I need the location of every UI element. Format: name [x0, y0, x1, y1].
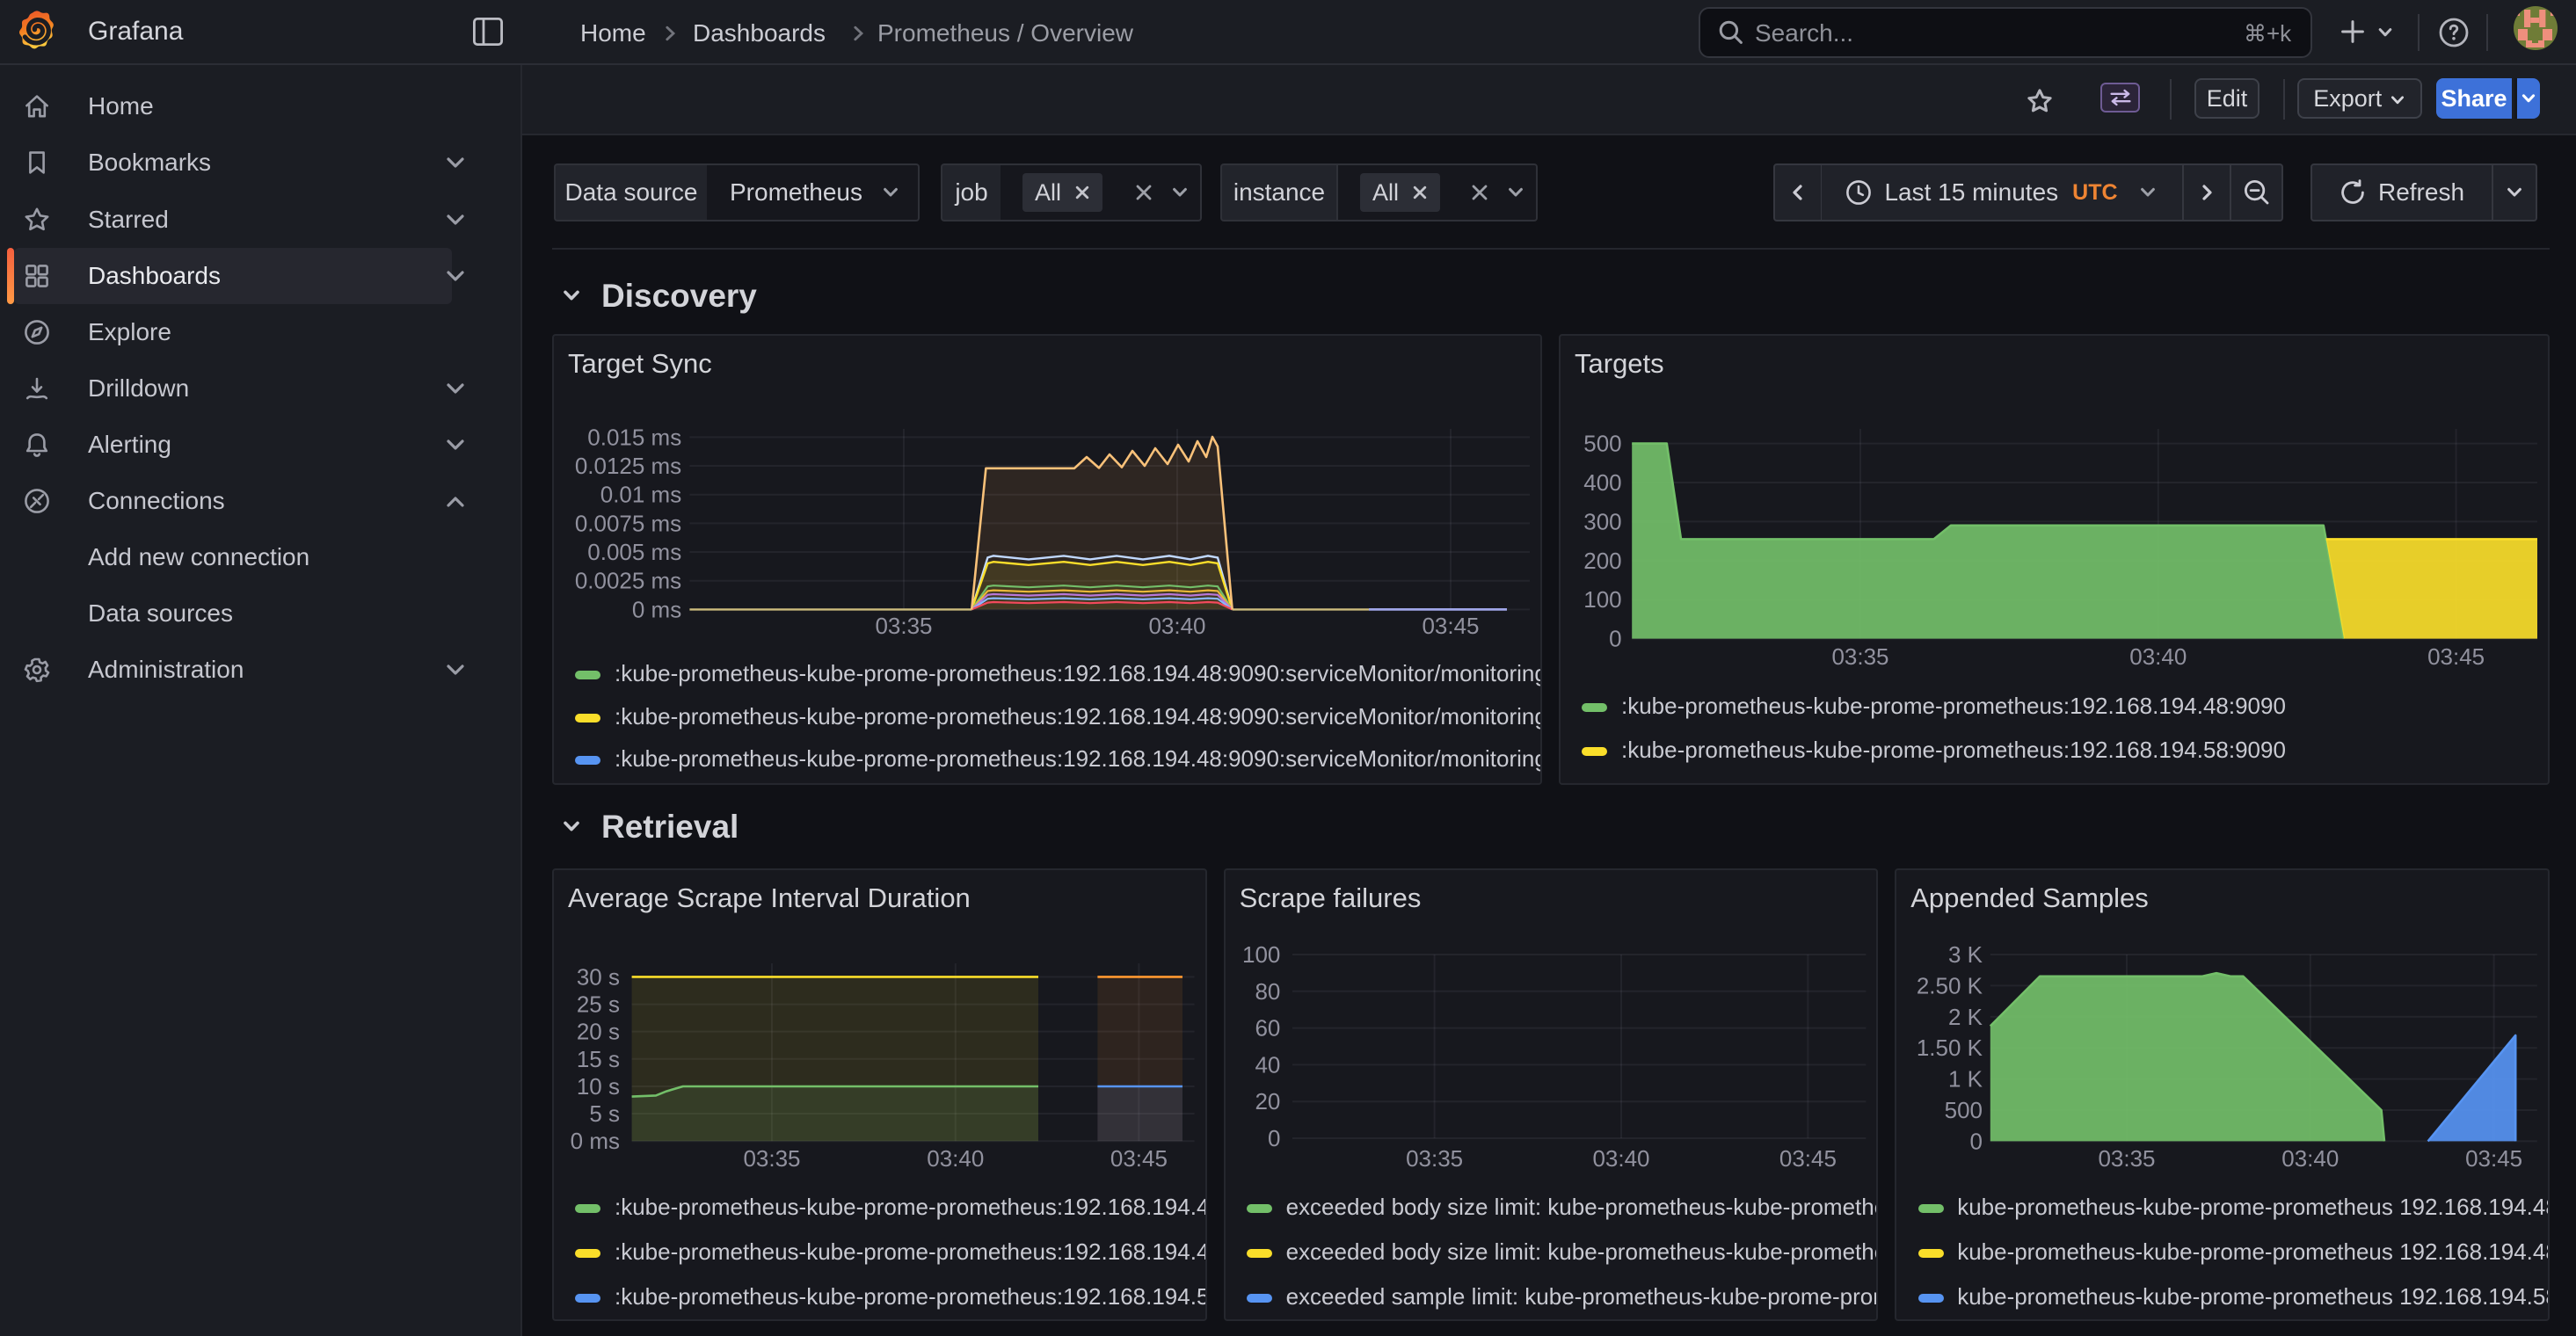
svg-text:0.0075 ms: 0.0075 ms — [575, 510, 681, 536]
svg-text:0.005 ms: 0.005 ms — [587, 539, 681, 565]
svg-text:03:40: 03:40 — [927, 1145, 984, 1172]
svg-text:5 s: 5 s — [589, 1100, 620, 1127]
svg-text:100: 100 — [1583, 586, 1621, 613]
svg-text:100: 100 — [1242, 941, 1280, 968]
svg-text:30 s: 30 s — [577, 963, 620, 990]
svg-text:300: 300 — [1583, 508, 1621, 534]
svg-text:15 s: 15 s — [577, 1046, 620, 1072]
svg-text:0 ms: 0 ms — [571, 1128, 620, 1154]
svg-text:03:35: 03:35 — [1406, 1145, 1463, 1172]
svg-text:80: 80 — [1255, 978, 1280, 1005]
svg-text:0.0125 ms: 0.0125 ms — [575, 453, 681, 479]
svg-text:200: 200 — [1583, 548, 1621, 574]
svg-text:03:35: 03:35 — [1831, 643, 1888, 670]
svg-text:3 K: 3 K — [1948, 941, 1983, 968]
svg-text:03:40: 03:40 — [2281, 1145, 2339, 1172]
svg-text:2.50 K: 2.50 K — [1917, 972, 1983, 998]
svg-text:60: 60 — [1255, 1015, 1280, 1042]
svg-text:03:45: 03:45 — [2465, 1145, 2522, 1172]
svg-text:20: 20 — [1255, 1088, 1280, 1115]
svg-text:1 K: 1 K — [1948, 1066, 1983, 1093]
svg-text:0.01 ms: 0.01 ms — [600, 482, 681, 508]
svg-text:03:35: 03:35 — [875, 613, 932, 639]
svg-text:400: 400 — [1583, 469, 1621, 496]
svg-text:1.50 K: 1.50 K — [1917, 1035, 1983, 1061]
svg-text:03:35: 03:35 — [743, 1145, 800, 1172]
svg-text:03:40: 03:40 — [1148, 613, 1205, 639]
svg-text:0: 0 — [1970, 1128, 1983, 1154]
svg-text:2 K: 2 K — [1948, 1004, 1983, 1030]
svg-text:500: 500 — [1945, 1097, 1983, 1123]
svg-text:10 s: 10 s — [577, 1073, 620, 1100]
svg-text:03:40: 03:40 — [1592, 1145, 1649, 1172]
svg-text:0.0025 ms: 0.0025 ms — [575, 568, 681, 594]
svg-text:0.015 ms: 0.015 ms — [587, 424, 681, 450]
svg-text:0: 0 — [1268, 1125, 1280, 1151]
svg-text:500: 500 — [1583, 431, 1621, 457]
svg-text:0 ms: 0 ms — [632, 596, 681, 622]
svg-text:03:45: 03:45 — [1110, 1145, 1168, 1172]
svg-text:03:45: 03:45 — [1422, 613, 1479, 639]
svg-text:20 s: 20 s — [577, 1019, 620, 1045]
svg-text:40: 40 — [1255, 1051, 1280, 1078]
svg-text:0: 0 — [1609, 626, 1621, 652]
svg-text:03:35: 03:35 — [2099, 1145, 2156, 1172]
svg-text:03:45: 03:45 — [2427, 643, 2485, 670]
svg-text:03:40: 03:40 — [2129, 643, 2187, 670]
svg-text:25 s: 25 s — [577, 991, 620, 1018]
svg-text:03:45: 03:45 — [1779, 1145, 1836, 1172]
